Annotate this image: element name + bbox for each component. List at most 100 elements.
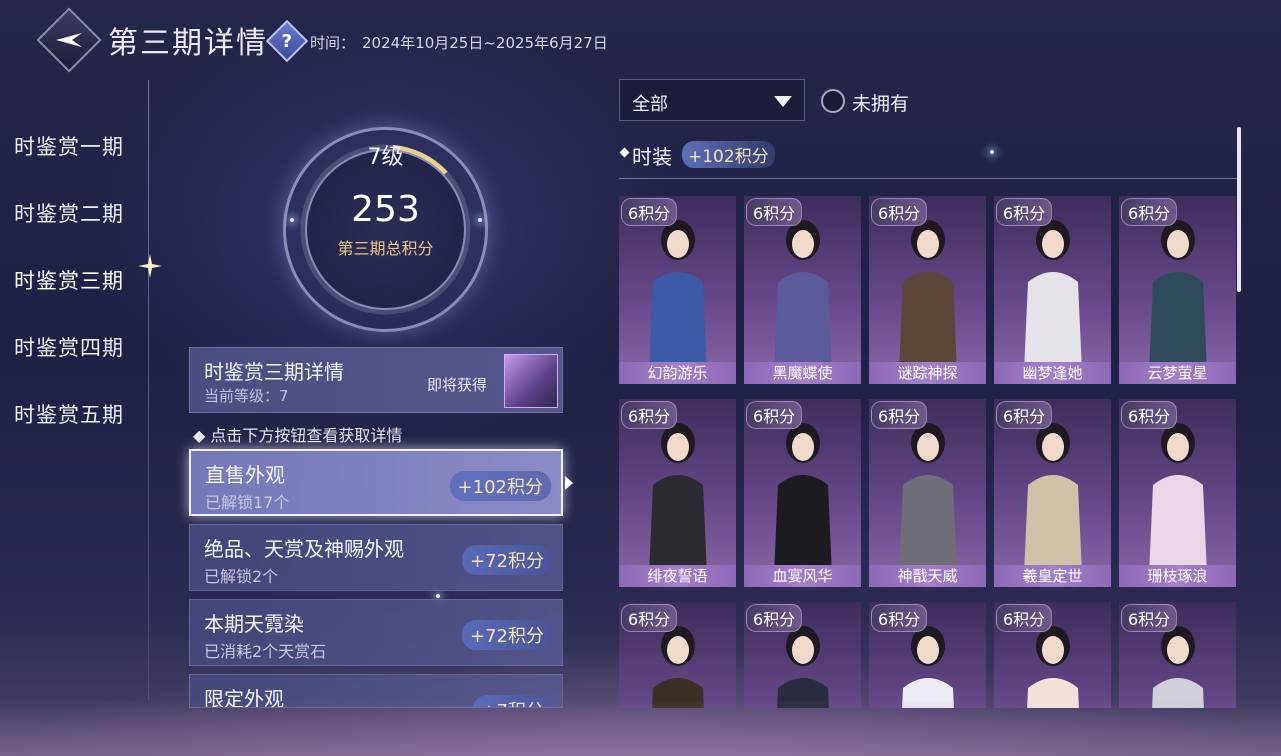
outfit-figure xyxy=(1149,220,1207,372)
outfit-card[interactable]: 6积分神戬天威 xyxy=(869,399,986,587)
outfit-card[interactable]: 6积分 云梦萤星 xyxy=(1119,196,1236,384)
category-points: +7积分 xyxy=(473,695,552,707)
filter-dropdown[interactable]: 全部 xyxy=(619,79,805,121)
nav-item-period-1[interactable]: 时鉴赏一期 xyxy=(0,112,150,179)
points-badge: 6积分 xyxy=(1121,604,1178,632)
points-badge: 6积分 xyxy=(621,604,678,632)
outfit-name: 黑魔蝶使 xyxy=(744,362,861,384)
active-indicator-icon xyxy=(565,476,573,490)
outfit-name: 幻韵游乐 xyxy=(619,362,736,384)
nav-item-period-3[interactable]: 时鉴赏三期 xyxy=(0,246,162,313)
outfit-card[interactable]: 6积分幻韵游乐 xyxy=(619,196,736,384)
points-badge: 6积分 xyxy=(871,401,928,429)
nav-divider xyxy=(148,80,149,700)
total-score-label: 第三期总积分 xyxy=(337,239,434,258)
detail-title: 时鉴赏三期详情 xyxy=(204,360,344,384)
outfit-card[interactable]: 6积分 xyxy=(1119,602,1236,708)
outfit-figure xyxy=(899,423,957,575)
points-badge: 6积分 xyxy=(621,401,678,429)
category-title: 本期天霓染 xyxy=(204,612,304,636)
outfit-name: 血宴风华 xyxy=(744,565,861,587)
category-sub: 已解锁2个 xyxy=(204,567,279,586)
section-divider xyxy=(619,178,1237,179)
sparkle-decoration xyxy=(990,150,994,154)
category-title: 限定外观 xyxy=(204,687,284,708)
outfit-card[interactable]: 6积分 xyxy=(744,602,861,708)
score-ring: 7级 253 第三期总积分 xyxy=(283,127,488,332)
points-badge: 6积分 xyxy=(871,604,928,632)
total-score: 253 xyxy=(351,189,420,230)
points-badge: 6积分 xyxy=(996,198,1053,226)
points-badge: 6积分 xyxy=(746,604,803,632)
outfit-card[interactable]: 6积分谜踪神探 xyxy=(869,196,986,384)
level-text: 7级 xyxy=(367,145,404,170)
sparkle-decoration xyxy=(436,594,440,598)
outfit-name: 谜踪神探 xyxy=(869,362,986,384)
category-limited[interactable]: 限定外观 +7积分 xyxy=(189,674,563,708)
nav-item-label: 时鉴赏二期 xyxy=(14,201,124,226)
upcoming-reward-label: 即将获得 xyxy=(427,376,488,394)
outfit-grid: 6积分 幻韵游乐 6积分 黑魔蝶使 6积分 谜踪神探 6积分 幽梦逢她 6积分 云梦萤星 6积分 绯夜… xyxy=(619,196,1239,708)
outfit-card[interactable]: 6积分 幽梦逢她 xyxy=(994,196,1111,384)
filter-selected: 全部 xyxy=(632,94,668,115)
outfit-name: 绯夜誓语 xyxy=(619,565,736,587)
category-sub: 已消耗2个天赏石 xyxy=(204,642,327,661)
outfit-card[interactable]: 6积分珊枝琢浪 xyxy=(1119,399,1236,587)
nav-item-period-5[interactable]: 时鉴赏五期 xyxy=(0,380,150,447)
section-bullet-icon xyxy=(619,147,630,158)
nav-item-period-2[interactable]: 时鉴赏二期 xyxy=(0,179,150,246)
outfit-figure xyxy=(649,220,707,372)
points-badge: 6积分 xyxy=(996,401,1053,429)
outfit-name: 神戬天威 xyxy=(869,565,986,587)
hint-text: ◆ 点击下方按钮查看获取详情 xyxy=(193,426,403,445)
back-button[interactable] xyxy=(36,7,102,73)
category-premium[interactable]: 绝品、天赏及神赐外观 已解锁2个 +72积分 xyxy=(189,524,563,591)
outfit-card[interactable]: 6积分黑魔蝶使 xyxy=(744,196,861,384)
section-title: 时装 xyxy=(632,145,672,169)
outfit-figure xyxy=(774,220,832,372)
outfit-figure xyxy=(899,220,957,372)
category-points: +72积分 xyxy=(462,620,552,650)
outfit-name: 珊枝琢浪 xyxy=(1119,565,1236,587)
period-detail-card[interactable]: 时鉴赏三期详情 当前等级：7 即将获得 xyxy=(189,347,563,413)
hint-label: 点击下方按钮查看获取详情 xyxy=(210,426,403,445)
outfit-figure xyxy=(1024,220,1082,372)
points-badge: 6积分 xyxy=(746,401,803,429)
section-points: +102积分 xyxy=(682,141,775,168)
unowned-radio-label[interactable]: 未拥有 xyxy=(852,89,909,116)
page-title: 第三期详情 xyxy=(108,26,268,61)
outfit-card[interactable]: 6积分 羲皇定世 xyxy=(994,399,1111,587)
points-badge: 6积分 xyxy=(621,198,678,226)
date-label: 时间： xyxy=(310,34,356,52)
outfit-card[interactable]: 6积分 xyxy=(619,602,736,708)
outfit-figure xyxy=(649,423,707,575)
nav-item-label: 时鉴赏三期 xyxy=(14,268,124,293)
date-range: 2024年10月25日~2025年6月27日 xyxy=(362,34,608,52)
outfit-card[interactable]: 6积分 xyxy=(869,602,986,708)
category-title: 直售外观 xyxy=(205,463,285,487)
outfit-figure xyxy=(1024,423,1082,575)
unowned-radio[interactable] xyxy=(821,89,845,113)
points-badge: 6积分 xyxy=(1121,401,1178,429)
category-dye[interactable]: 本期天霓染 已消耗2个天赏石 +72积分 xyxy=(189,599,563,666)
points-badge: 6积分 xyxy=(871,198,928,226)
active-star-icon xyxy=(138,254,162,278)
nav-item-label: 时鉴赏五期 xyxy=(14,402,124,427)
outfit-figure xyxy=(1149,423,1207,575)
outfit-card[interactable]: 6积分血宴风华 xyxy=(744,399,861,587)
outfit-card[interactable]: 6积分 xyxy=(994,602,1111,708)
points-badge: 6积分 xyxy=(746,198,803,226)
nav-item-period-4[interactable]: 时鉴赏四期 xyxy=(0,313,150,380)
category-title: 绝品、天赏及神赐外观 xyxy=(204,537,404,561)
points-badge: 6积分 xyxy=(996,604,1053,632)
category-points: +102积分 xyxy=(449,471,551,501)
outfit-card[interactable]: 6积分绯夜誓语 xyxy=(619,399,736,587)
current-level: 当前等级：7 xyxy=(204,387,289,405)
outfit-figure xyxy=(774,423,832,575)
upcoming-reward-thumbnail[interactable] xyxy=(504,354,558,408)
category-sub: 已解锁17个 xyxy=(205,493,290,512)
category-points: +72积分 xyxy=(462,545,552,575)
question-icon[interactable]: ? xyxy=(265,19,309,63)
back-arrow-icon xyxy=(56,33,82,47)
category-direct-sale[interactable]: 直售外观 已解锁17个 +102积分 xyxy=(189,449,563,516)
